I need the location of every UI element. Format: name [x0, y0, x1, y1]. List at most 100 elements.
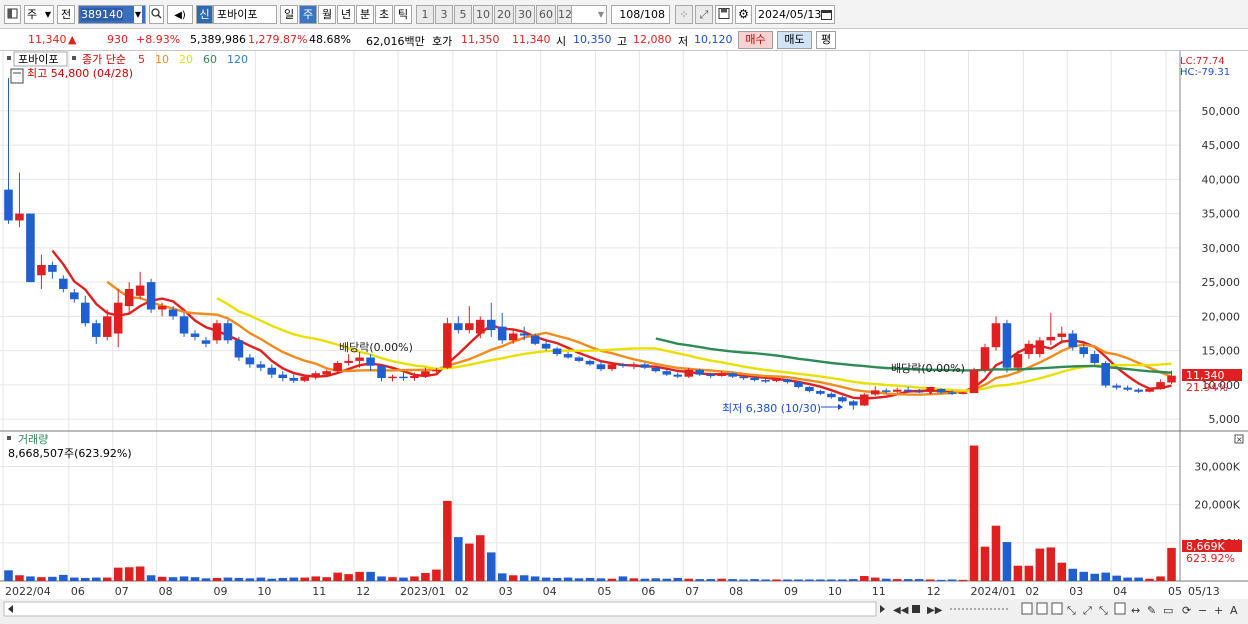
stock-name-field[interactable]: 포바이포: [213, 5, 277, 24]
layout-icon[interactable]: [1036, 602, 1048, 615]
calculator-icon[interactable]: [10, 68, 24, 84]
volume-bar: [245, 578, 255, 581]
disk-shape: [718, 8, 730, 19]
rewind-icon[interactable]: ◀◀: [893, 605, 909, 616]
volume-bar: [234, 577, 244, 581]
tab-period-6[interactable]: 틱: [394, 5, 412, 24]
interval-1[interactable]: 1: [416, 5, 434, 24]
candle: [311, 371, 320, 380]
volume-bar: [432, 569, 441, 581]
trend-tool-icon[interactable]: ⤡: [1099, 604, 1108, 617]
candle: [135, 271, 145, 300]
tab-period-2[interactable]: 월: [318, 5, 336, 24]
volume-bar: [618, 576, 628, 581]
candle-body: [190, 333, 200, 337]
zoom-out-icon[interactable]: −: [1198, 604, 1207, 617]
interval-5[interactable]: 5: [454, 5, 472, 24]
candle-body: [1090, 354, 1099, 363]
candle: [991, 316, 1001, 351]
tab-period-3[interactable]: 년: [337, 5, 355, 24]
draw-tool-icon[interactable]: ⤡: [1067, 604, 1076, 617]
volume-bar: [925, 579, 935, 581]
candle: [1046, 312, 1056, 346]
zoom-in-icon[interactable]: +: [1214, 604, 1223, 617]
pan-icon[interactable]: ↔: [1131, 604, 1140, 617]
grid-toggle-icon[interactable]: [1114, 602, 1126, 615]
volume-bar: [739, 579, 748, 581]
volume-bar: [1046, 547, 1056, 581]
volume-bar: [552, 577, 562, 581]
volume-bar: [838, 579, 847, 581]
candle-body: [750, 378, 759, 381]
legend-ma-20: 20: [179, 53, 193, 66]
candle: [443, 317, 452, 370]
volume-bar: [936, 579, 946, 581]
candle-body: [1167, 375, 1176, 383]
date-input[interactable]: 2024/05/13: [755, 5, 835, 24]
page-count-field[interactable]: 108/108: [611, 5, 670, 24]
copy-icon[interactable]: [1021, 602, 1033, 615]
volume-bar: [212, 577, 222, 581]
chart-area: 50,000 45,000 40,000 35,000 30,000 25,000 20,0…: [0, 51, 1248, 621]
chart-type-icon[interactable]: ▭: [1163, 604, 1173, 617]
price-change-pct: +8.93%: [136, 33, 181, 46]
gear-icon[interactable]: ⚙: [735, 5, 752, 24]
eval-button[interactable]: 평: [816, 31, 836, 49]
candle: [914, 389, 924, 394]
chevron-down-icon: ▼: [44, 10, 51, 19]
volume-bar: [15, 575, 24, 581]
tab-period-0[interactable]: 일: [280, 5, 298, 24]
volume-bar: [816, 579, 825, 581]
candle: [1024, 340, 1034, 359]
prev-button[interactable]: 전: [57, 5, 75, 24]
settings-icon[interactable]: ⟳: [1182, 604, 1191, 617]
volume-bar: [81, 577, 90, 581]
candle-body: [344, 360, 353, 363]
volume-bar: [366, 571, 375, 581]
search-icon[interactable]: [149, 5, 164, 24]
interval-dropdown[interactable]: ▼: [571, 5, 607, 24]
stop-icon[interactable]: [912, 605, 920, 613]
close-glyph: ×: [1236, 435, 1243, 444]
save-icon[interactable]: [715, 5, 733, 24]
volume-bar: [465, 543, 474, 581]
chevron-down-icon: ▼: [597, 10, 604, 19]
candle: [212, 319, 222, 344]
buy-button[interactable]: 매수: [738, 31, 773, 49]
interval-20[interactable]: 20: [494, 5, 514, 24]
candle: [245, 354, 255, 368]
tab-period-4[interactable]: 분: [356, 5, 374, 24]
calendar-icon[interactable]: [821, 9, 832, 20]
candle-body: [651, 367, 661, 372]
interval-10[interactable]: 10: [473, 5, 493, 24]
candle: [969, 367, 979, 394]
volume-bar: [1002, 542, 1012, 581]
split-icon[interactable]: [1051, 602, 1063, 615]
font-size-icon[interactable]: A: [1230, 604, 1238, 617]
menu-icon[interactable]: [4, 5, 21, 24]
crosshair-tool-icon[interactable]: ⤢: [695, 5, 713, 24]
stock-code-input[interactable]: 389140 ▼: [78, 5, 146, 24]
legend-handle-icon: [7, 56, 11, 60]
candle-body: [596, 364, 606, 370]
edit-icon[interactable]: ✎: [1147, 604, 1156, 617]
candle: [70, 288, 79, 303]
candle: [267, 364, 277, 379]
sell-button[interactable]: 매도: [777, 31, 812, 49]
scrollbar[interactable]: [3, 601, 877, 617]
interval-60[interactable]: 60: [536, 5, 556, 24]
speaker-icon[interactable]: ◀): [167, 5, 193, 24]
tab-period-5[interactable]: 초: [375, 5, 393, 24]
interval-3[interactable]: 3: [435, 5, 453, 24]
period-type-select[interactable]: 주 ▼: [24, 5, 54, 24]
candle-body: [1068, 333, 1078, 348]
x-tick-label: 08: [159, 585, 173, 598]
drag-tool-icon[interactable]: ⁘: [675, 5, 693, 24]
candle-body: [146, 282, 156, 310]
line-tool-icon[interactable]: ⤢: [1083, 604, 1092, 617]
x-tick-label: 04: [543, 585, 557, 598]
tab-period-1[interactable]: 주: [299, 5, 317, 24]
fast-forward-icon[interactable]: ▶▶: [927, 605, 943, 616]
candle-body: [377, 365, 386, 379]
interval-30[interactable]: 30: [515, 5, 535, 24]
